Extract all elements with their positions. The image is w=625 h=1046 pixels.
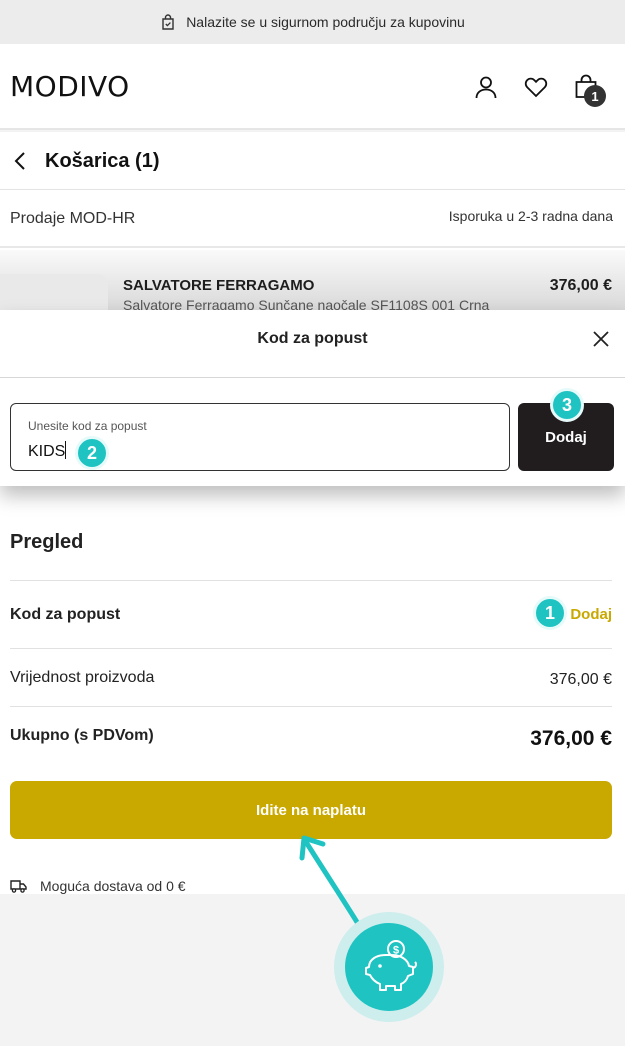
promo-field-label: Unesite kod za popust <box>28 419 147 433</box>
delivery-note: Moguća dostava od 0 € <box>10 878 186 894</box>
step-marker-1: 1 <box>533 596 567 630</box>
promo-label: Kod za popust <box>10 606 121 623</box>
site-header: MODIVO <box>0 44 625 130</box>
secure-area-text: Nalazite se u sigurnom području za kupov… <box>186 14 465 30</box>
modivo-logo[interactable]: MODIVO <box>10 70 130 103</box>
product-thumbnail[interactable] <box>0 274 108 310</box>
user-icon[interactable] <box>473 74 499 100</box>
promo-field-value: KIDS <box>28 443 66 460</box>
products-value: 376,00 € <box>549 671 612 688</box>
summary-title: Pregled <box>10 531 84 553</box>
lock-bag-icon <box>162 14 174 30</box>
step-marker-3: 3 <box>550 388 584 422</box>
divider <box>10 580 612 581</box>
seller-name: Prodaje MOD-HR <box>10 210 136 227</box>
product-brand: SALVATORE FERRAGAMO <box>123 277 315 294</box>
promo-field-value-wrapper: KIDS <box>28 441 67 461</box>
cart-product-item[interactable]: SALVATORE FERRAGAMO Salvatore Ferragamo … <box>0 250 625 310</box>
modal-title: Kod za popust <box>257 330 368 347</box>
cart-title: Košarica (1) <box>45 150 160 172</box>
back-arrow-icon[interactable] <box>10 150 30 172</box>
product-name: Salvatore Ferragamo Sunčane naočale SF11… <box>123 297 490 310</box>
heart-icon[interactable] <box>523 74 549 100</box>
text-caret <box>65 441 67 459</box>
product-price: 376,00 € <box>549 277 612 294</box>
products-value-label: Vrijednost proizvoda <box>10 669 155 686</box>
cart-title-row: Košarica (1) <box>0 132 625 190</box>
secure-area-banner: Nalazite se u sigurnom području za kupov… <box>0 0 625 44</box>
step-marker-2: 2 <box>75 436 109 470</box>
total-label: Ukupno (s PDVom) <box>10 727 154 744</box>
delivery-note-text: Moguća dostava od 0 € <box>40 878 186 894</box>
divider <box>10 706 612 707</box>
seller-row: Prodaje MOD-HR Isporuka u 2-3 radna dana <box>0 190 625 248</box>
modal-divider <box>0 377 625 378</box>
add-promo-link[interactable]: Dodaj <box>570 606 612 623</box>
divider <box>10 648 612 649</box>
total-value: 376,00 € <box>530 727 612 750</box>
cart-count-badge: 1 <box>584 85 606 107</box>
truck-icon <box>10 880 27 893</box>
delivery-time: Isporuka u 2-3 radna dana <box>448 208 613 224</box>
piggy-bank-icon: $ <box>345 923 433 1011</box>
close-icon[interactable] <box>591 329 611 349</box>
